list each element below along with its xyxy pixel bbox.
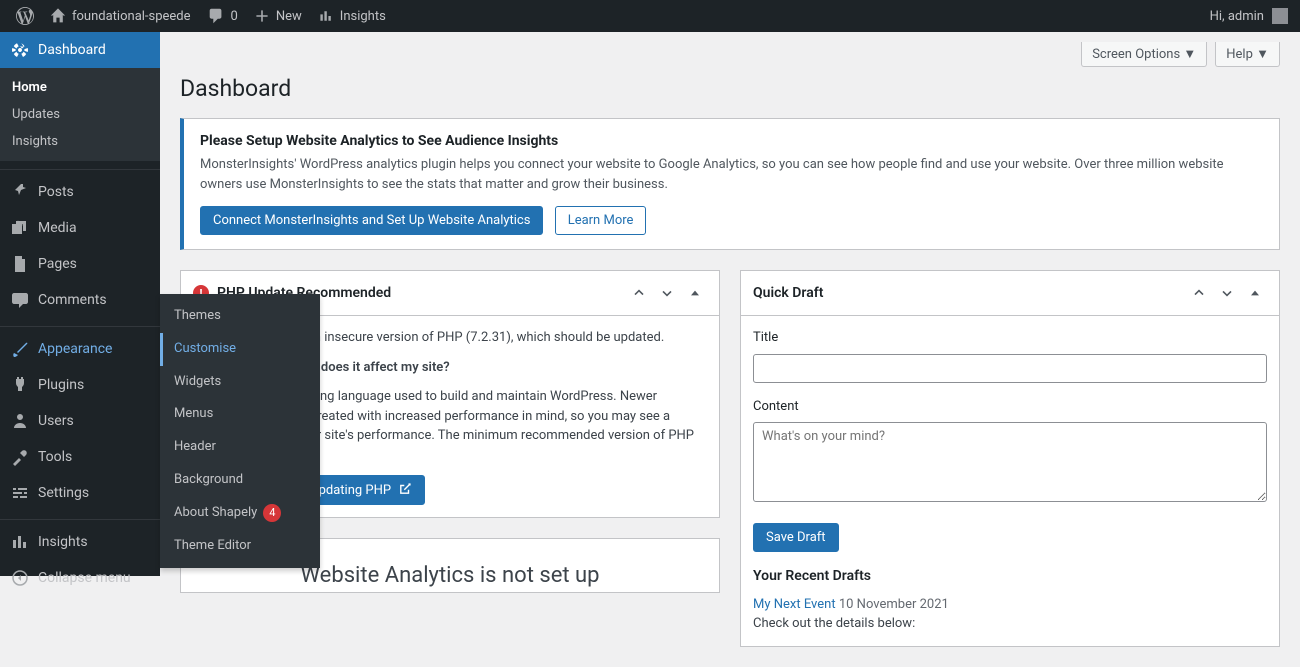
toggle-icon[interactable]: [683, 281, 707, 305]
move-up-icon[interactable]: [1187, 281, 1211, 305]
menu-dashboard[interactable]: Dashboard: [0, 32, 160, 68]
menu-plugins[interactable]: Plugins: [0, 367, 160, 403]
brush-icon: [10, 339, 30, 359]
menu-label: Posts: [38, 184, 74, 200]
dashboard-submenu: Home Updates Insights: [0, 68, 160, 161]
content-label: Content: [753, 397, 1267, 417]
sliders-icon: [10, 483, 30, 503]
user-icon: [10, 411, 30, 431]
flyout-customise[interactable]: Customise: [160, 333, 320, 366]
insights-label: Insights: [340, 9, 386, 24]
site-home-link[interactable]: foundational-speede: [42, 0, 199, 32]
menu-label: Tools: [38, 449, 72, 465]
admin-sidebar: Dashboard Home Updates Insights Posts Me…: [0, 32, 160, 576]
draft-date: 10 November 2021: [839, 597, 949, 612]
comment-icon: [10, 290, 30, 310]
flyout-label: About Shapely: [174, 503, 257, 524]
box-title: Quick Draft: [753, 285, 823, 301]
comments-count: 0: [231, 9, 238, 24]
external-link-icon: [398, 482, 412, 496]
media-icon: [10, 218, 30, 238]
comments-link[interactable]: 0: [199, 0, 246, 32]
menu-collapse[interactable]: Collapse menu: [0, 560, 160, 596]
collapse-icon: [10, 568, 30, 588]
save-draft-button[interactable]: Save Draft: [753, 523, 839, 552]
notice-text: MonsterInsights' WordPress analytics plu…: [200, 155, 1263, 194]
pin-icon: [10, 182, 30, 202]
wp-logo[interactable]: [8, 0, 42, 32]
connect-analytics-button[interactable]: Connect MonsterInsights and Set Up Websi…: [200, 206, 543, 235]
main-content: Screen Options ▼ Help ▼ Dashboard Please…: [160, 32, 1300, 667]
account-menu[interactable]: Hi, admin: [1210, 8, 1292, 24]
menu-label: Pages: [38, 256, 77, 272]
insights-link[interactable]: Insights: [310, 0, 394, 32]
avatar: [1272, 8, 1288, 24]
move-up-icon[interactable]: [627, 281, 651, 305]
draft-link[interactable]: My Next Event: [753, 597, 836, 612]
submenu-updates[interactable]: Updates: [0, 101, 160, 128]
menu-posts[interactable]: Posts: [0, 174, 160, 210]
draft-content-input[interactable]: [753, 422, 1267, 502]
menu-label: Appearance: [38, 341, 112, 357]
update-badge: 4: [263, 504, 281, 522]
menu-label: Insights: [38, 534, 88, 550]
admin-bar: foundational-speede 0 New Insights Hi, a…: [0, 0, 1300, 32]
submenu-insights[interactable]: Insights: [0, 128, 160, 155]
help-button[interactable]: Help ▼: [1215, 42, 1280, 67]
draft-excerpt: Check out the details below:: [753, 614, 1267, 634]
toggle-icon[interactable]: [1243, 281, 1267, 305]
greeting: Hi, admin: [1210, 9, 1264, 24]
flyout-widgets[interactable]: Widgets: [160, 366, 320, 399]
draft-title-input[interactable]: [753, 354, 1267, 383]
menu-label: Settings: [38, 485, 89, 501]
flyout-theme-editor[interactable]: Theme Editor: [160, 530, 320, 563]
menu-insights[interactable]: Insights: [0, 524, 160, 560]
menu-users[interactable]: Users: [0, 403, 160, 439]
menu-tools[interactable]: Tools: [0, 439, 160, 475]
flyout-menus[interactable]: Menus: [160, 398, 320, 431]
new-content-link[interactable]: New: [246, 0, 310, 32]
submenu-home[interactable]: Home: [0, 74, 160, 101]
notice-title: Please Setup Website Analytics to See Au…: [200, 133, 1263, 149]
appearance-flyout: Themes Customise Widgets Menus Header Ba…: [160, 294, 320, 568]
screen-options-button[interactable]: Screen Options ▼: [1081, 42, 1207, 67]
menu-label: Collapse menu: [38, 570, 131, 586]
menu-label: Users: [38, 413, 74, 429]
plug-icon: [10, 375, 30, 395]
page-title: Dashboard: [180, 75, 1280, 102]
title-label: Title: [753, 328, 1267, 348]
quick-draft-box: Quick Draft Title Content: [740, 270, 1280, 647]
recent-drafts-heading: Your Recent Drafts: [753, 566, 1267, 587]
dashboard-icon: [10, 40, 30, 60]
flyout-themes[interactable]: Themes: [160, 300, 320, 333]
menu-label: Comments: [38, 292, 107, 308]
menu-media[interactable]: Media: [0, 210, 160, 246]
menu-label: Plugins: [38, 377, 84, 393]
move-down-icon[interactable]: [655, 281, 679, 305]
analytics-notice: Please Setup Website Analytics to See Au…: [180, 118, 1280, 250]
site-name: foundational-speede: [72, 9, 191, 24]
chart-icon: [10, 532, 30, 552]
menu-label: Dashboard: [38, 42, 106, 58]
menu-appearance[interactable]: Appearance: [0, 331, 160, 367]
menu-pages[interactable]: Pages: [0, 246, 160, 282]
page-icon: [10, 254, 30, 274]
learn-more-button[interactable]: Learn More: [555, 206, 647, 235]
menu-settings[interactable]: Settings: [0, 475, 160, 511]
menu-comments[interactable]: Comments: [0, 282, 160, 318]
flyout-about-shapely[interactable]: About Shapely 4: [160, 497, 320, 530]
new-label: New: [276, 9, 302, 24]
flyout-background[interactable]: Background: [160, 464, 320, 497]
flyout-header[interactable]: Header: [160, 431, 320, 464]
move-down-icon[interactable]: [1215, 281, 1239, 305]
wrench-icon: [10, 447, 30, 467]
menu-label: Media: [38, 220, 77, 236]
